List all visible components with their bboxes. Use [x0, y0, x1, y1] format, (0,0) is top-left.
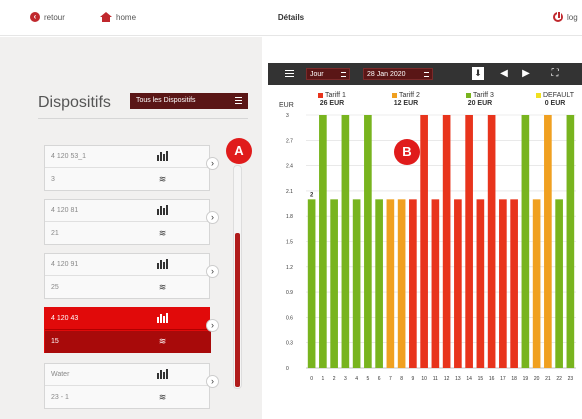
bar[interactable] — [442, 115, 451, 368]
bar[interactable] — [341, 115, 350, 368]
consumption-chart: 00.30.60.91.21.51.82.12.42.730 1 2 3 4 5 6 7 8 9 1… — [286, 113, 576, 382]
x-tick-label: 11 — [433, 376, 438, 382]
y-tick-label: 1.2 — [286, 265, 293, 271]
bar[interactable] — [319, 115, 327, 368]
bar[interactable] — [521, 115, 530, 368]
y-tick-label: 0.3 — [286, 341, 293, 347]
x-tick-label: 1 — [321, 376, 324, 382]
bar[interactable] — [487, 115, 496, 368]
bar[interactable] — [375, 199, 383, 368]
bar[interactable] — [431, 199, 440, 368]
x-tick-label: 21 — [545, 376, 551, 382]
x-tick-label: 10 — [421, 376, 427, 382]
y-tick-label: 0 — [286, 366, 289, 372]
x-tick-label: 4 — [355, 376, 358, 382]
bar[interactable] — [307, 199, 316, 368]
bar[interactable] — [420, 115, 428, 368]
x-tick-label: 7 — [389, 376, 392, 382]
data-label: 2 — [310, 192, 314, 198]
bar[interactable] — [555, 199, 563, 368]
bar[interactable] — [566, 115, 575, 368]
y-tick-label: 1.5 — [286, 240, 293, 246]
bar[interactable] — [544, 115, 552, 368]
x-tick-label: 23 — [568, 376, 574, 382]
bar[interactable] — [510, 199, 518, 368]
x-tick-label: 6 — [378, 376, 381, 382]
x-tick-label: 17 — [500, 376, 506, 382]
x-tick-label: 5 — [366, 376, 369, 382]
bar[interactable] — [386, 199, 395, 368]
badge-b: B — [394, 139, 420, 165]
x-tick-label: 12 — [444, 376, 450, 382]
bar[interactable] — [330, 199, 338, 368]
y-tick-label: 3 — [286, 113, 289, 119]
x-tick-label: 16 — [489, 376, 495, 382]
y-tick-label: 0.9 — [286, 290, 293, 296]
x-tick-label: 8 — [400, 376, 403, 382]
x-tick-label: 14 — [466, 376, 472, 382]
y-tick-label: 0.6 — [286, 315, 293, 321]
bar[interactable] — [465, 115, 473, 368]
y-tick-label: 2.1 — [286, 189, 293, 195]
bar[interactable] — [409, 199, 417, 368]
y-tick-label: 1.8 — [286, 214, 293, 220]
x-tick-label: 3 — [344, 376, 347, 382]
bar[interactable] — [499, 199, 507, 368]
x-tick-label: 0 — [310, 376, 313, 382]
bar[interactable] — [364, 115, 372, 368]
x-tick-label: 22 — [556, 376, 562, 382]
bar[interactable] — [454, 199, 462, 368]
x-tick-label: 2 — [333, 376, 336, 382]
x-tick-label: 19 — [523, 376, 529, 382]
x-tick-label: 13 — [455, 376, 461, 382]
x-tick-label: 18 — [511, 376, 517, 382]
x-tick-label: 15 — [478, 376, 484, 382]
bar[interactable] — [532, 199, 541, 368]
bar[interactable] — [352, 199, 361, 368]
y-tick-label: 2.7 — [286, 138, 293, 144]
bar[interactable] — [397, 199, 406, 368]
y-tick-label: 2.4 — [286, 164, 293, 170]
x-tick-label: 20 — [534, 376, 540, 382]
bar[interactable] — [476, 199, 485, 368]
x-tick-label: 9 — [411, 376, 414, 382]
